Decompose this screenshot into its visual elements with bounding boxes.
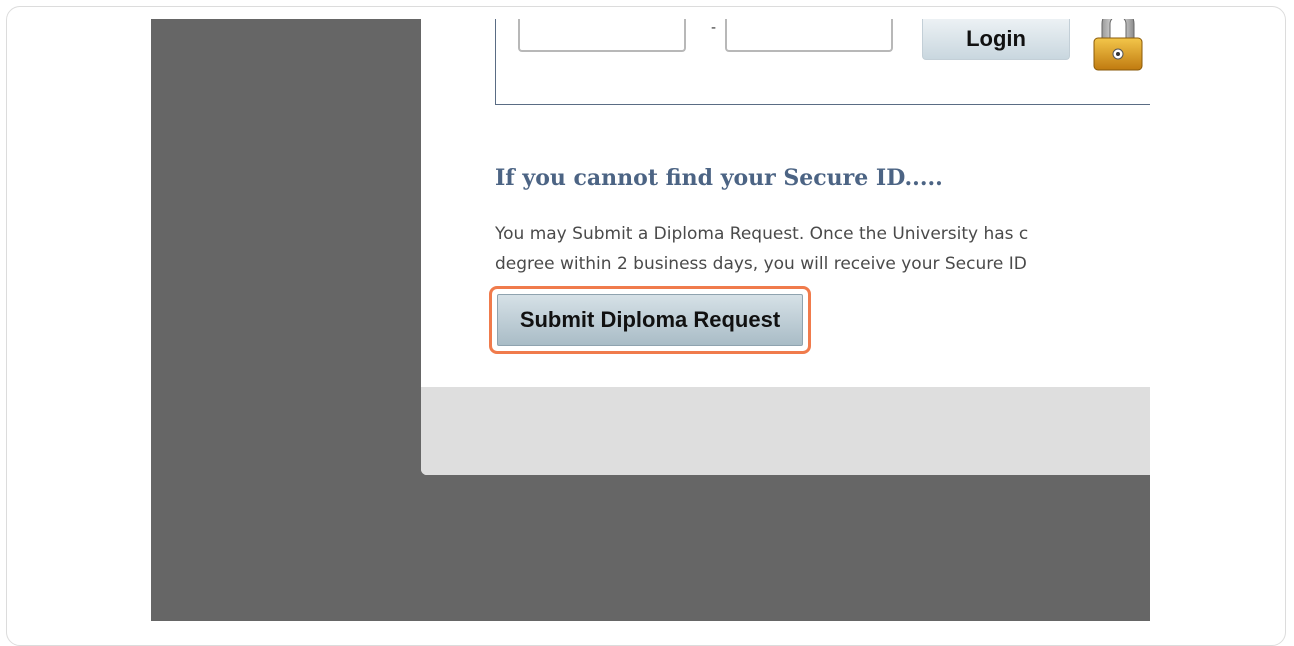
login-box: - Login <box>495 19 1150 105</box>
browser-viewport: - Login If you cannot find your Secure I… <box>151 19 1150 621</box>
padlock-icon <box>1093 19 1143 71</box>
panel-footer <box>421 387 1150 475</box>
help-text-line-1: You may Submit a Diploma Request. Once t… <box>495 224 1029 244</box>
id-separator: - <box>711 20 717 36</box>
secure-id-help-heading: If you cannot find your Secure ID..... <box>495 165 943 191</box>
login-button[interactable]: Login <box>922 19 1070 60</box>
secure-id-help-text: You may Submit a Diploma Request. Once t… <box>495 219 1150 279</box>
help-text-line-2: degree within 2 business days, you will … <box>495 254 1027 274</box>
content-panel: - Login If you cannot find your Secure I… <box>421 19 1150 475</box>
submit-button-highlight: Submit Diploma Request <box>489 286 811 354</box>
secure-id-part2-input[interactable] <box>725 19 893 52</box>
secure-id-part1-input[interactable] <box>518 19 686 52</box>
submit-diploma-request-button[interactable]: Submit Diploma Request <box>497 294 803 346</box>
